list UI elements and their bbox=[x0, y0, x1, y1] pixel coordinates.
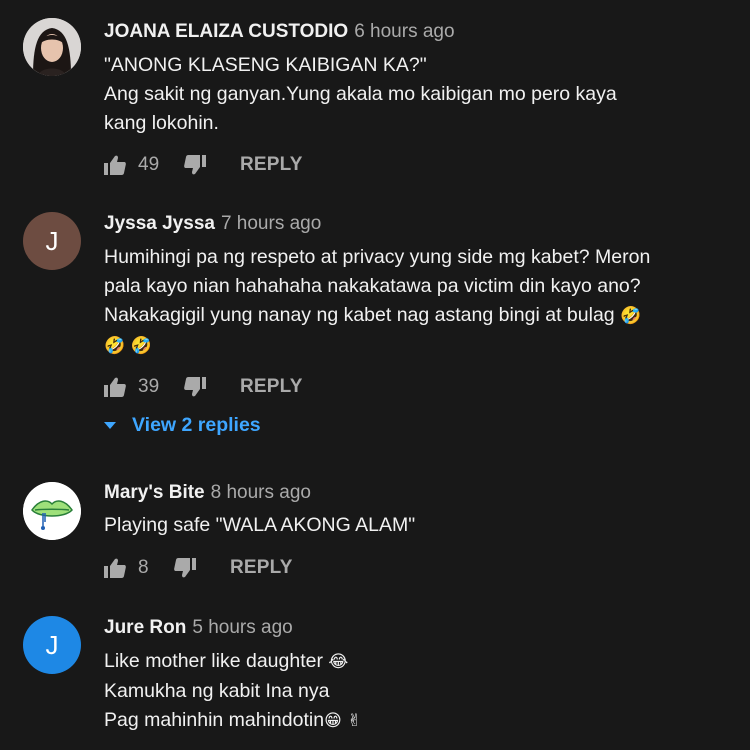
timestamp[interactable]: 8 hours ago bbox=[211, 482, 311, 503]
author-name[interactable]: Jure Ron bbox=[104, 617, 186, 638]
view-replies-label: View 2 replies bbox=[132, 414, 261, 436]
dislike-button[interactable] bbox=[184, 377, 206, 397]
comment-line: Ang sakit ng ganyan.Yung akala mo kaibig… bbox=[104, 83, 617, 105]
comment-line: Humihingi pa ng respeto at privacy yung … bbox=[104, 246, 651, 268]
comment-header: Mary's Bite 8 hours ago bbox=[104, 482, 311, 504]
thumbs-down-icon bbox=[184, 155, 206, 175]
reply-button[interactable]: REPLY bbox=[240, 376, 303, 398]
dislike-button[interactable] bbox=[174, 558, 196, 578]
timestamp[interactable]: 5 hours ago bbox=[192, 617, 292, 638]
timestamp[interactable]: 6 hours ago bbox=[354, 21, 454, 42]
comment-line: kang lokohin. bbox=[104, 112, 219, 134]
comment-line: Kamukha ng kabit Ina nya bbox=[104, 680, 330, 702]
like-count: 39 bbox=[138, 376, 160, 397]
rofl-emoji: 🤣 🤣 bbox=[104, 336, 152, 356]
reply-button[interactable]: REPLY bbox=[240, 154, 303, 176]
comment-header: Jure Ron 5 hours ago bbox=[104, 617, 293, 639]
comment-header: JOANA ELAIZA CUSTODIO 6 hours ago bbox=[104, 21, 455, 43]
comment-line: pala kayo nian hahahaha nakakatawa pa vi… bbox=[104, 275, 641, 297]
thumbs-down-icon bbox=[184, 377, 206, 397]
thumbs-up-icon bbox=[104, 155, 126, 175]
avatar[interactable] bbox=[23, 18, 81, 76]
dislike-button[interactable] bbox=[184, 155, 206, 175]
avatar[interactable]: J bbox=[23, 212, 81, 270]
chevron-down-icon bbox=[104, 421, 116, 429]
comment-actions: 8 REPLY bbox=[104, 555, 293, 581]
reply-button[interactable]: REPLY bbox=[230, 557, 293, 579]
comment-actions: 49 REPLY bbox=[104, 152, 303, 178]
comment-line: 🤣 🤣 bbox=[104, 331, 704, 361]
comment-line-text: Like mother like daughter bbox=[104, 650, 323, 672]
comment-actions: 39 REPLY bbox=[104, 374, 303, 400]
thumbs-up-icon bbox=[104, 377, 126, 397]
grin-victory-emoji: 😁 ✌ bbox=[324, 711, 362, 731]
comment-line: Nakakagigil yung nanay ng kabet nag asta… bbox=[104, 301, 704, 331]
thumbs-up-icon bbox=[104, 558, 126, 578]
like-count: 8 bbox=[138, 557, 149, 578]
comment-text: "ANONG KLASENG KAIBIGAN KA?" Ang sakit n… bbox=[104, 51, 704, 138]
view-replies-button[interactable]: View 2 replies bbox=[104, 414, 261, 437]
avatar[interactable] bbox=[23, 482, 81, 540]
comment-header: Jyssa Jyssa 7 hours ago bbox=[104, 213, 321, 235]
comment-text: Playing safe "WALA AKONG ALAM" bbox=[104, 511, 704, 540]
lips-logo-icon bbox=[23, 482, 81, 540]
like-button[interactable] bbox=[104, 558, 126, 578]
comment-line: "ANONG KLASENG KAIBIGAN KA?" bbox=[104, 54, 427, 76]
like-button[interactable] bbox=[104, 155, 126, 175]
comment-line: Like mother like daughter 😂 bbox=[104, 647, 704, 677]
comment-line-text: Nakakagigil yung nanay ng kabet nag asta… bbox=[104, 304, 615, 326]
author-name[interactable]: Jyssa Jyssa bbox=[104, 213, 215, 234]
comment-text: Humihingi pa ng respeto at privacy yung … bbox=[104, 243, 704, 361]
comment-text: Like mother like daughter 😂 Kamukha ng k… bbox=[104, 647, 704, 736]
like-button[interactable] bbox=[104, 377, 126, 397]
author-name[interactable]: Mary's Bite bbox=[104, 482, 205, 503]
comment-line-text: Pag mahinhin mahindotin bbox=[104, 709, 325, 731]
avatar[interactable]: J bbox=[23, 616, 81, 674]
author-name[interactable]: JOANA ELAIZA CUSTODIO bbox=[104, 21, 348, 42]
timestamp[interactable]: 7 hours ago bbox=[221, 213, 321, 234]
avatar-letter: J bbox=[45, 225, 59, 256]
avatar-letter: J bbox=[45, 629, 59, 660]
like-count: 49 bbox=[138, 154, 160, 175]
tears-of-joy-emoji: 😂 bbox=[328, 652, 349, 672]
thumbs-down-icon bbox=[174, 558, 196, 578]
profile-photo-icon bbox=[23, 18, 81, 76]
comment-line: Pag mahinhin mahindotin😁 ✌ bbox=[104, 706, 704, 736]
rofl-emoji: 🤣 bbox=[620, 306, 642, 326]
comment-line: Playing safe "WALA AKONG ALAM" bbox=[104, 514, 416, 536]
